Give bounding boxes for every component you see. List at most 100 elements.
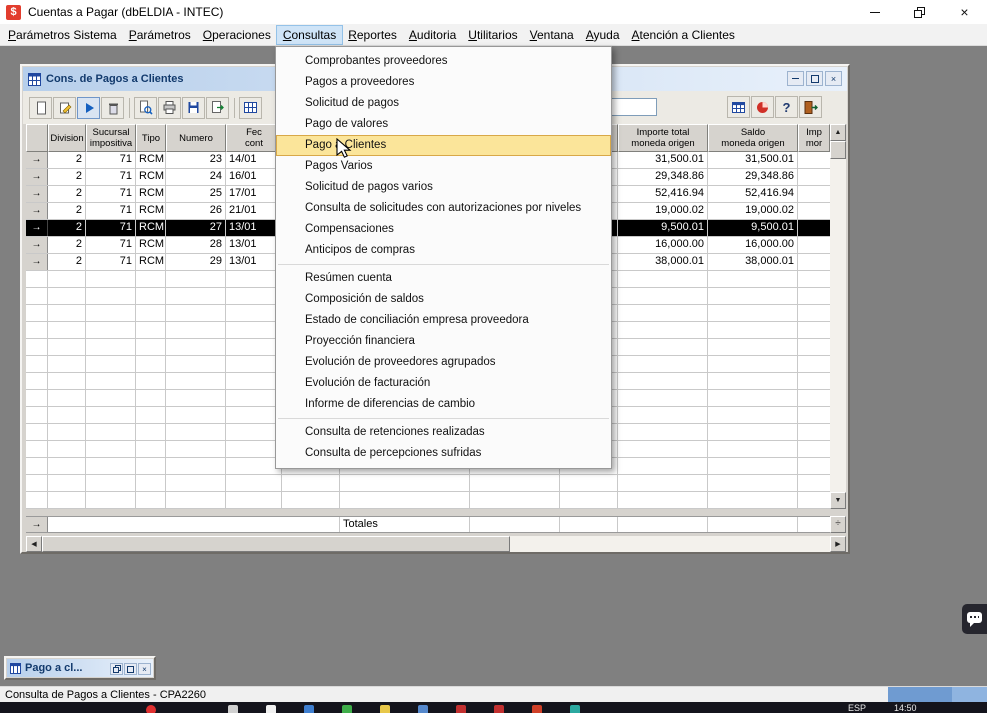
table-cell[interactable]: 52,416.94 xyxy=(708,186,798,202)
table-cell[interactable]: 71 xyxy=(86,254,136,270)
table-cell[interactable]: 2 xyxy=(48,254,86,270)
table-cell[interactable]: 23 xyxy=(166,152,226,168)
table-cell[interactable]: RCM xyxy=(136,203,166,219)
menu-ventana[interactable]: Ventana xyxy=(524,26,580,44)
table-cell[interactable]: 16,000.00 xyxy=(708,237,798,253)
child-minimize-button[interactable] xyxy=(787,71,804,86)
menu-item[interactable]: Pagos Varios xyxy=(276,156,611,177)
menu-item[interactable]: Compensaciones xyxy=(276,219,611,240)
table-cell[interactable]: 24 xyxy=(166,169,226,185)
table-cell[interactable] xyxy=(798,203,830,219)
delete-button[interactable] xyxy=(101,97,124,119)
column-header-numero[interactable]: Numero xyxy=(166,124,226,152)
table-cell[interactable]: 21/01 xyxy=(226,203,282,219)
menu-item[interactable]: Proyección financiera xyxy=(276,331,611,352)
table-cell[interactable]: 17/01 xyxy=(226,186,282,202)
taskbar-icon[interactable] xyxy=(304,705,314,713)
table-cell[interactable]: RCM xyxy=(136,186,166,202)
export-button[interactable] xyxy=(206,97,229,119)
horizontal-scroll-thumb[interactable] xyxy=(42,536,510,552)
language-indicator[interactable]: ESP xyxy=(848,703,866,713)
table-cell[interactable]: 9,500.01 xyxy=(708,220,798,236)
table-cell[interactable]: 71 xyxy=(86,220,136,236)
taskbar-icon[interactable] xyxy=(456,705,466,713)
table-cell[interactable]: 71 xyxy=(86,169,136,185)
vertical-scroll-thumb[interactable] xyxy=(830,141,846,159)
table-cell[interactable]: 2 xyxy=(48,237,86,253)
print-button[interactable] xyxy=(158,97,181,119)
table-cell[interactable]: 29 xyxy=(166,254,226,270)
table-cell[interactable]: 2 xyxy=(48,203,86,219)
chat-bubble-widget[interactable] xyxy=(962,604,987,634)
table-cell[interactable] xyxy=(798,152,830,168)
column-header-imp[interactable]: Impmor xyxy=(798,124,830,152)
menu-item[interactable]: Comprobantes proveedores xyxy=(276,51,611,72)
table-cell[interactable]: 13/01 xyxy=(226,220,282,236)
table-view-button[interactable] xyxy=(727,96,750,118)
child-maximize-button[interactable] xyxy=(806,71,823,86)
table-cell[interactable]: 38,000.01 xyxy=(708,254,798,270)
taskbar-icon[interactable] xyxy=(532,705,542,713)
table-cell[interactable]: 16/01 xyxy=(226,169,282,185)
close-button[interactable]: × xyxy=(942,0,987,24)
new-button[interactable] xyxy=(29,97,52,119)
taskbar-icon[interactable] xyxy=(570,705,580,713)
maximize-button[interactable] xyxy=(124,663,137,675)
menu-item[interactable]: Pago de valores xyxy=(276,114,611,135)
scroll-right-button[interactable]: ▶ xyxy=(830,536,846,552)
table-cell[interactable]: 19,000.02 xyxy=(708,203,798,219)
edit-button[interactable] xyxy=(53,97,76,119)
minimized-window[interactable]: Pago a cl... × xyxy=(4,656,156,680)
column-header-saldo[interactable]: Saldomoneda origen xyxy=(708,124,798,152)
table-cell[interactable]: 29,348.86 xyxy=(708,169,798,185)
table-cell[interactable]: 9,500.01 xyxy=(618,220,708,236)
menu-parametros[interactable]: Parámetros xyxy=(123,26,197,44)
table-cell[interactable]: 2 xyxy=(48,169,86,185)
taskbar-icon[interactable] xyxy=(494,705,504,713)
column-header-tipo[interactable]: Tipo xyxy=(136,124,166,152)
scroll-down-button[interactable]: ▼ xyxy=(830,492,846,509)
menu-auditoria[interactable]: Auditoria xyxy=(403,26,462,44)
table-cell[interactable]: 25 xyxy=(166,186,226,202)
exit-button[interactable] xyxy=(799,96,822,118)
table-cell[interactable]: 2 xyxy=(48,152,86,168)
table-cell[interactable]: 71 xyxy=(86,186,136,202)
grid-view-button[interactable] xyxy=(239,97,262,119)
table-cell[interactable]: 31,500.01 xyxy=(708,152,798,168)
save-button[interactable] xyxy=(182,97,205,119)
table-cell[interactable]: 31,500.01 xyxy=(618,152,708,168)
minimize-button[interactable] xyxy=(852,0,897,24)
vertical-scrollbar[interactable]: ▲ ▼ xyxy=(830,124,846,509)
menu-ayuda[interactable]: Ayuda xyxy=(580,26,626,44)
menu-item[interactable]: Consulta de retenciones realizadas xyxy=(276,422,611,443)
column-header-fecha[interactable]: Feccont xyxy=(226,124,282,152)
table-cell[interactable] xyxy=(798,237,830,253)
menu-item[interactable]: Estado de conciliación empresa proveedor… xyxy=(276,310,611,331)
table-cell[interactable] xyxy=(798,186,830,202)
menu-item[interactable]: Composición de saldos xyxy=(276,289,611,310)
taskbar-icon[interactable] xyxy=(418,705,428,713)
preview-button[interactable] xyxy=(134,97,157,119)
help-button[interactable]: ? xyxy=(775,96,798,118)
minimized-window-titlebar[interactable]: Pago a cl... × xyxy=(7,659,153,677)
taskbar-icon[interactable] xyxy=(266,705,276,713)
menu-parametros-sistema[interactable]: Parámetros Sistema xyxy=(2,26,123,44)
scroll-left-button[interactable]: ◀ xyxy=(26,536,42,552)
chart-button[interactable] xyxy=(751,96,774,118)
taskbar-icon[interactable] xyxy=(228,705,238,713)
horizontal-scrollbar[interactable]: ◀ ▶ xyxy=(26,536,846,552)
table-cell[interactable]: RCM xyxy=(136,220,166,236)
table-cell[interactable]: 52,416.94 xyxy=(618,186,708,202)
table-cell[interactable]: 13/01 xyxy=(226,254,282,270)
menu-item[interactable]: Resúmen cuenta xyxy=(276,268,611,289)
menu-item[interactable]: Evolución de proveedores agrupados xyxy=(276,352,611,373)
table-cell[interactable]: 38,000.01 xyxy=(618,254,708,270)
menu-item[interactable]: Solicitud de pagos xyxy=(276,93,611,114)
menu-item[interactable]: Consulta de solicitudes con autorizacion… xyxy=(276,198,611,219)
menu-consultas[interactable]: Consultas xyxy=(277,26,342,44)
menu-item[interactable]: Evolución de facturación xyxy=(276,373,611,394)
table-cell[interactable]: 19,000.02 xyxy=(618,203,708,219)
table-cell[interactable]: 13/01 xyxy=(226,237,282,253)
table-cell[interactable]: 28 xyxy=(166,237,226,253)
run-button[interactable] xyxy=(77,97,100,119)
